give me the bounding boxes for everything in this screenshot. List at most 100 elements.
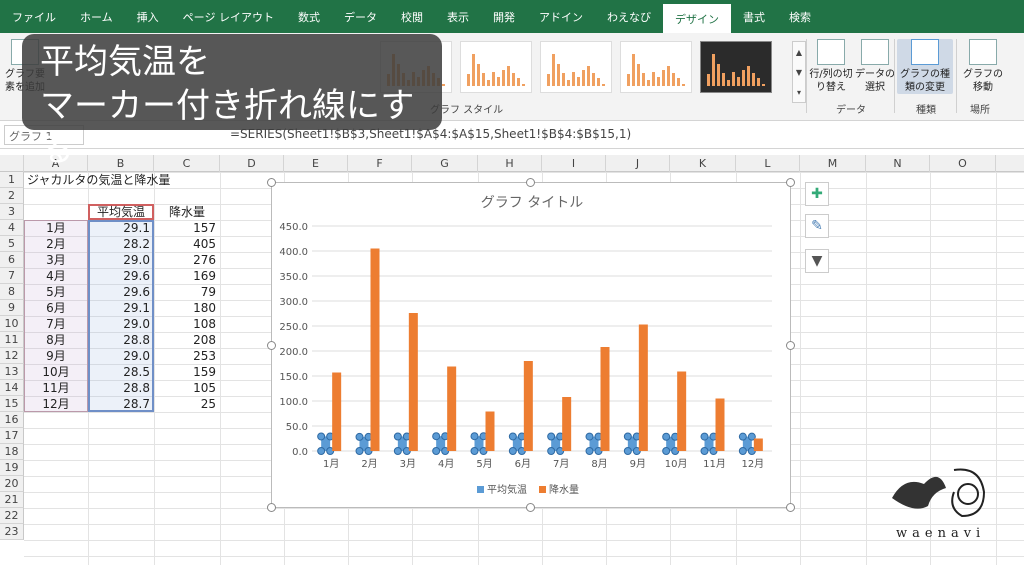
cell-month[interactable]: 4月 xyxy=(24,268,88,284)
cell-temp[interactable]: 28.5 xyxy=(88,364,150,380)
cell-month[interactable]: 5月 xyxy=(24,284,88,300)
tab-12[interactable]: 書式 xyxy=(731,0,777,33)
row-header-20[interactable]: 20 xyxy=(0,476,24,492)
cell-C3-header[interactable]: 降水量 xyxy=(154,204,220,220)
cell-rain[interactable]: 208 xyxy=(154,332,216,348)
column-header-O[interactable]: O xyxy=(930,155,996,172)
tab-8[interactable]: 開発 xyxy=(481,0,527,33)
resize-handle[interactable] xyxy=(267,341,276,350)
row-header-17[interactable]: 17 xyxy=(0,428,24,444)
cell-temp[interactable]: 29.6 xyxy=(88,268,150,284)
tab-6[interactable]: 校閲 xyxy=(389,0,435,33)
resize-handle[interactable] xyxy=(267,503,276,512)
cell-temp[interactable]: 28.8 xyxy=(88,380,150,396)
cell-temp[interactable]: 29.1 xyxy=(88,220,150,236)
cell-A1-title[interactable]: ジャカルタの気温と降水量 xyxy=(27,172,170,188)
chart-elements-button[interactable]: ✚ xyxy=(805,182,829,206)
cell-rain[interactable]: 108 xyxy=(154,316,216,332)
column-header-M[interactable]: M xyxy=(800,155,866,172)
row-header-23[interactable]: 23 xyxy=(0,524,24,540)
row-header-4[interactable]: 4 xyxy=(0,220,24,236)
chart-styles-button[interactable]: ✎ xyxy=(805,214,829,238)
tab-3[interactable]: ページ レイアウト xyxy=(171,0,286,33)
chart-style-thumb[interactable] xyxy=(700,41,772,93)
cell-rain[interactable]: 157 xyxy=(154,220,216,236)
chart-filters-button[interactable]: ▼ xyxy=(805,249,829,273)
tab-5[interactable]: データ xyxy=(332,0,389,33)
tab-4[interactable]: 数式 xyxy=(286,0,332,33)
row-header-10[interactable]: 10 xyxy=(0,316,24,332)
resize-handle[interactable] xyxy=(526,178,535,187)
switch-row-column-button[interactable]: 行/列の切り替え xyxy=(808,39,854,94)
row-header-3[interactable]: 3 xyxy=(0,204,24,220)
row-header-9[interactable]: 9 xyxy=(0,300,24,316)
column-header-I[interactable]: I xyxy=(542,155,606,172)
chart-area[interactable]: グラフ タイトル 0.0 50.0 100.0 150.0 200.0 250.0 300.0… xyxy=(271,182,791,508)
cell-rain[interactable]: 105 xyxy=(154,380,216,396)
cell-temp[interactable]: 29.0 xyxy=(88,252,150,268)
tab-11[interactable]: デザイン xyxy=(662,4,731,33)
row-header-1[interactable]: 1 xyxy=(0,172,24,188)
row-header-11[interactable]: 11 xyxy=(0,332,24,348)
column-header-L[interactable]: L xyxy=(736,155,800,172)
row-header-14[interactable]: 14 xyxy=(0,380,24,396)
row-header-16[interactable]: 16 xyxy=(0,412,24,428)
row-header-12[interactable]: 12 xyxy=(0,348,24,364)
cell-rain[interactable]: 276 xyxy=(154,252,216,268)
resize-handle[interactable] xyxy=(526,503,535,512)
column-header-N[interactable]: N xyxy=(866,155,930,172)
cell-temp[interactable]: 29.1 xyxy=(88,300,150,316)
chart-style-thumb[interactable] xyxy=(460,41,532,93)
tab-1[interactable]: ホーム xyxy=(68,0,125,33)
select-all-corner[interactable] xyxy=(0,155,24,172)
select-data-button[interactable]: データの選択 xyxy=(852,39,898,94)
move-chart-button[interactable]: グラフの移動 xyxy=(960,39,1006,94)
cell-temp[interactable]: 29.0 xyxy=(88,316,150,332)
row-header-2[interactable]: 2 xyxy=(0,188,24,204)
column-header-J[interactable]: J xyxy=(606,155,670,172)
cell-rain[interactable]: 159 xyxy=(154,364,216,380)
cell-B3-header[interactable]: 平均気温 xyxy=(88,204,154,220)
tab-13[interactable]: 検索 xyxy=(777,0,823,33)
cell-rain[interactable]: 79 xyxy=(154,284,216,300)
cell-month[interactable]: 1月 xyxy=(24,220,88,236)
tab-9[interactable]: アドイン xyxy=(527,0,595,33)
row-header-6[interactable]: 6 xyxy=(0,252,24,268)
cell-month[interactable]: 11月 xyxy=(24,380,88,396)
cell-rain[interactable]: 405 xyxy=(154,236,216,252)
cell-rain[interactable]: 25 xyxy=(154,396,216,412)
cell-month[interactable]: 12月 xyxy=(24,396,88,412)
row-header-7[interactable]: 7 xyxy=(0,268,24,284)
tab-10[interactable]: わえなび xyxy=(595,0,663,33)
cell-month[interactable]: 3月 xyxy=(24,252,88,268)
gallery-scroll[interactable]: ▲ ▼ ▾ xyxy=(792,41,806,103)
row-header-18[interactable]: 18 xyxy=(0,444,24,460)
cell-month[interactable]: 2月 xyxy=(24,236,88,252)
chart-style-thumb[interactable] xyxy=(540,41,612,93)
cell-month[interactable]: 10月 xyxy=(24,364,88,380)
row-header-8[interactable]: 8 xyxy=(0,284,24,300)
cell-temp[interactable]: 29.6 xyxy=(88,284,150,300)
cell-month[interactable]: 7月 xyxy=(24,316,88,332)
cell-temp[interactable]: 28.7 xyxy=(88,396,150,412)
column-header-H[interactable]: H xyxy=(478,155,542,172)
row-header-22[interactable]: 22 xyxy=(0,508,24,524)
cell-month[interactable]: 6月 xyxy=(24,300,88,316)
row-header-13[interactable]: 13 xyxy=(0,364,24,380)
resize-handle[interactable] xyxy=(267,178,276,187)
resize-handle[interactable] xyxy=(786,341,795,350)
cell-temp[interactable]: 28.2 xyxy=(88,236,150,252)
column-header-K[interactable]: K xyxy=(670,155,736,172)
cell-month[interactable]: 8月 xyxy=(24,332,88,348)
chart-style-thumb[interactable] xyxy=(620,41,692,93)
change-chart-type-button[interactable]: グラフの種類の変更 xyxy=(897,39,953,94)
row-header-5[interactable]: 5 xyxy=(0,236,24,252)
cell-rain[interactable]: 180 xyxy=(154,300,216,316)
resize-handle[interactable] xyxy=(786,503,795,512)
cell-month[interactable]: 9月 xyxy=(24,348,88,364)
row-header-19[interactable]: 19 xyxy=(0,460,24,476)
tab-7[interactable]: 表示 xyxy=(435,0,481,33)
cell-temp[interactable]: 29.0 xyxy=(88,348,150,364)
cell-temp[interactable]: 28.8 xyxy=(88,332,150,348)
resize-handle[interactable] xyxy=(786,178,795,187)
